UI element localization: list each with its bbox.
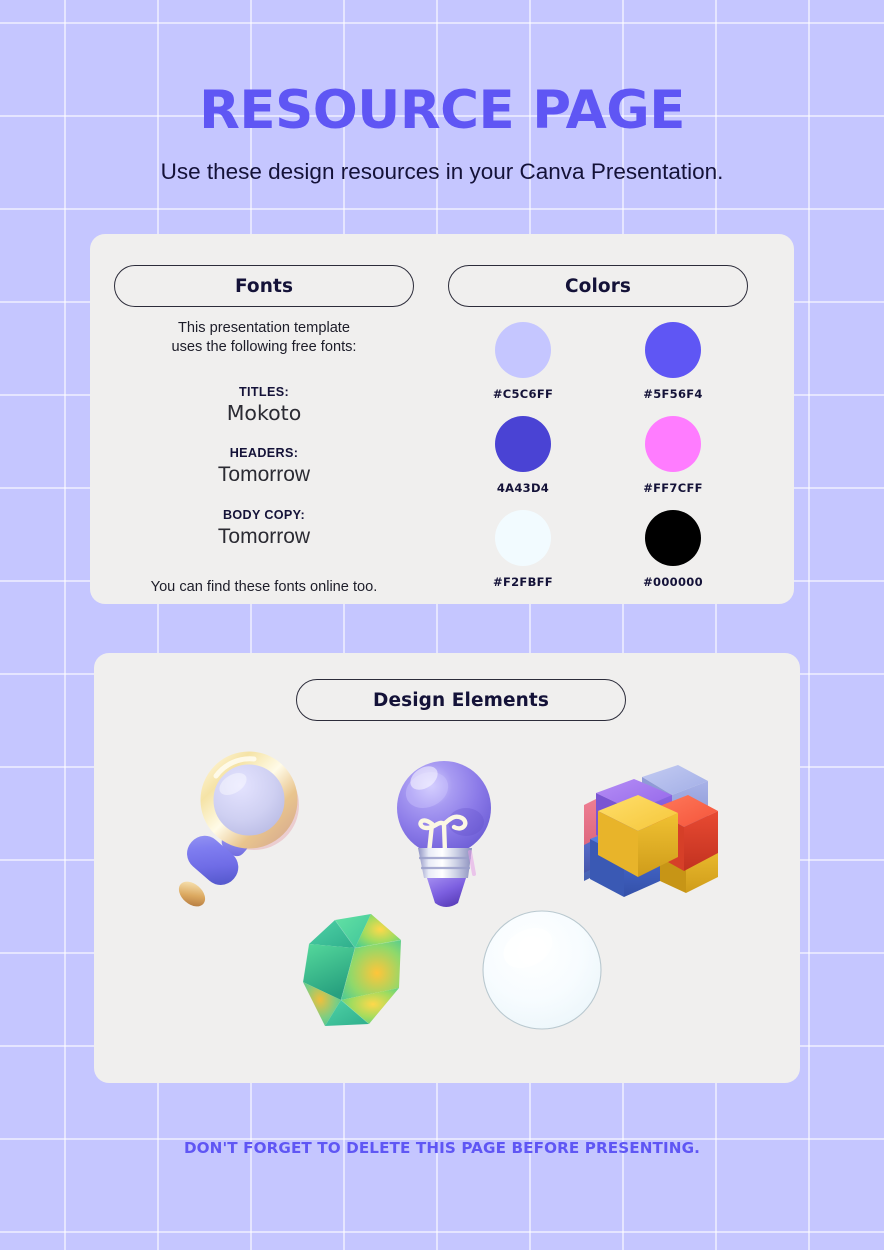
color-label: #5F56F4 — [643, 387, 703, 401]
color-label: #C5C6FF — [492, 387, 554, 401]
fonts-section-pill[interactable]: Fonts — [114, 265, 414, 307]
color-label: #F2FBFF — [493, 575, 553, 589]
font-name-titles: Mokoto — [226, 400, 302, 425]
color-swatch[interactable]: 4A43D4 — [468, 416, 578, 510]
color-swatch-grid: #C5C6FF #5F56F4 4A43D4 #FF7CFF #F2FBFF #… — [448, 322, 748, 604]
fonts-intro-text: This presentation template uses the foll… — [114, 319, 414, 357]
sphere-icon — [482, 910, 602, 1030]
color-swatch[interactable]: #FF7CFF — [618, 416, 728, 510]
design-element-item[interactable] — [563, 748, 723, 918]
color-dot — [495, 510, 551, 566]
design-element-item[interactable] — [280, 903, 430, 1043]
design-elements-row-bottom — [94, 903, 800, 1043]
design-element-item[interactable] — [367, 748, 527, 918]
color-label: 4A43D4 — [496, 481, 550, 495]
fonts-panel: This presentation template uses the foll… — [114, 319, 414, 595]
fonts-intro-line-1: This presentation template — [178, 320, 350, 336]
font-name-headers: Tomorrow — [217, 463, 311, 487]
color-swatch[interactable]: #F2FBFF — [468, 510, 578, 604]
font-entry-body-copy: BODY COPY: Tomorrow — [114, 508, 414, 549]
fonts-intro-line-2: uses the following free fonts: — [171, 338, 357, 355]
font-role-headers: HEADERS: — [229, 446, 299, 461]
magnifying-glass-icon — [178, 751, 299, 907]
color-swatch[interactable]: #5F56F4 — [618, 322, 728, 416]
colors-section-pill[interactable]: Colors — [448, 265, 748, 307]
color-swatch[interactable]: #000000 — [618, 510, 728, 604]
page-header: RESOURCE PAGE Use these design resources… — [0, 84, 884, 185]
color-swatch[interactable]: #C5C6FF — [468, 322, 578, 416]
design-element-item[interactable] — [171, 748, 331, 918]
icosahedron-icon — [302, 914, 402, 1026]
fonts-and-colors-card: Fonts Colors This presentation template … — [90, 234, 794, 604]
page-subtitle: Use these design resources in your Canva… — [160, 159, 724, 184]
fonts-outro-text: You can find these fonts online too. — [150, 579, 378, 596]
color-dot — [495, 416, 551, 472]
design-elements-row-top — [94, 748, 800, 918]
font-name-body-copy: Tomorrow — [217, 525, 311, 549]
color-label: #000000 — [643, 575, 703, 589]
design-elements-pill[interactable]: Design Elements — [296, 679, 626, 721]
page-title: RESOURCE PAGE — [199, 80, 685, 141]
design-elements-card: Design Elements — [94, 653, 800, 1083]
cube-cluster-icon — [584, 765, 718, 897]
color-dot — [645, 322, 701, 378]
lightbulb-icon — [397, 761, 491, 907]
color-label: #FF7CFF — [643, 481, 703, 495]
color-dot — [495, 322, 551, 378]
color-dot — [645, 416, 701, 472]
font-entry-headers: HEADERS: Tomorrow — [114, 446, 414, 487]
delete-page-warning: DON'T FORGET TO DELETE THIS PAGE BEFORE … — [183, 1139, 701, 1157]
design-element-item[interactable] — [470, 903, 620, 1043]
resource-page: RESOURCE PAGE Use these design resources… — [0, 0, 884, 1250]
font-role-body-copy: BODY COPY: — [222, 508, 306, 523]
font-entry-titles: TITLES: Mokoto — [114, 384, 414, 425]
colors-panel: #C5C6FF #5F56F4 4A43D4 #FF7CFF #F2FBFF #… — [448, 322, 748, 604]
color-dot — [645, 510, 701, 566]
font-role-titles: TITLES: — [238, 384, 290, 399]
